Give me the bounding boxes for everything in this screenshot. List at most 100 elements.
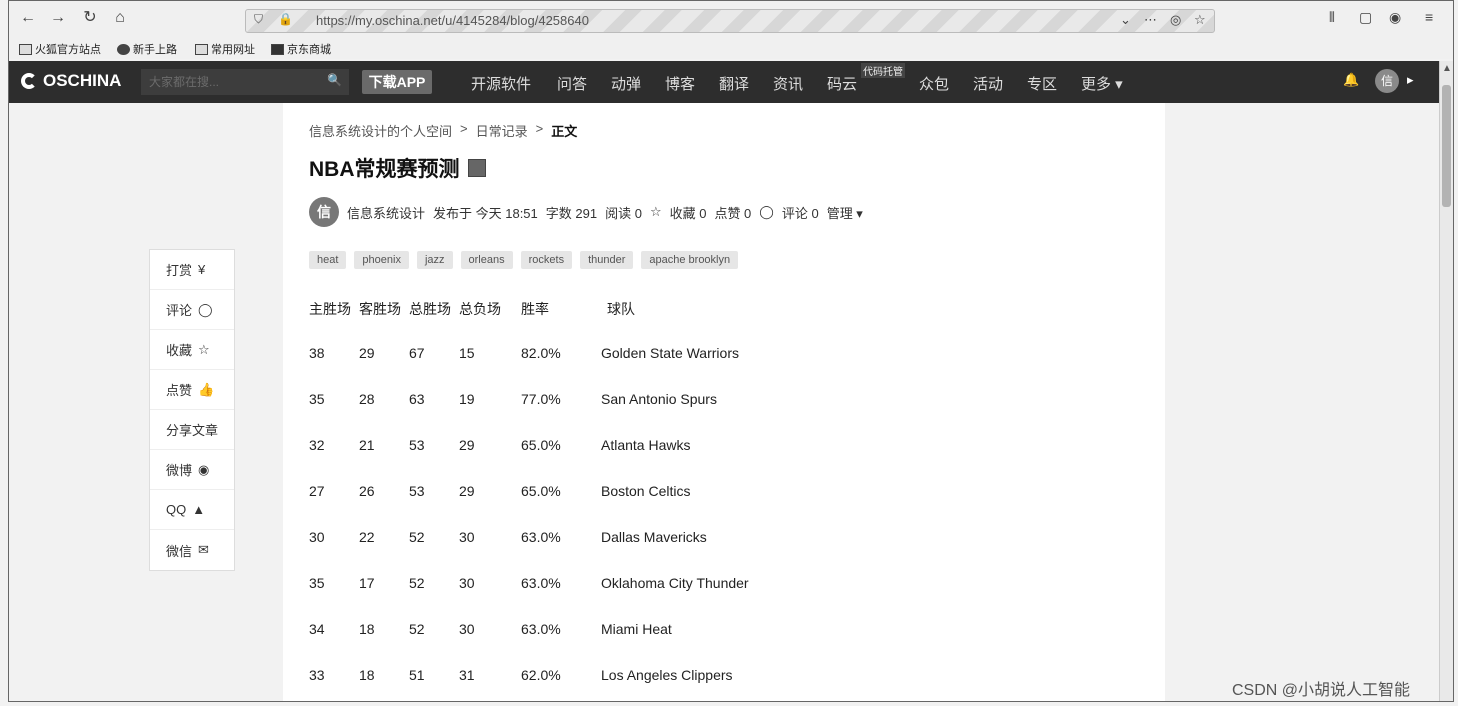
- share-item-label: QQ: [166, 502, 187, 517]
- favorite-count[interactable]: 收藏 0: [670, 203, 707, 222]
- nav-tweets[interactable]: 动弹: [611, 73, 641, 94]
- table-cell: 62.0%: [521, 667, 561, 683]
- account-icon[interactable]: ◉: [1389, 9, 1401, 26]
- breadcrumb-category[interactable]: 日常记录: [476, 121, 528, 140]
- table-cell: 28: [359, 391, 375, 407]
- tag[interactable]: thunder: [580, 251, 634, 269]
- share-item[interactable]: 微博 ◉: [150, 450, 234, 490]
- like-count[interactable]: 点赞 0: [714, 203, 751, 222]
- home-icon[interactable]: ⌂: [109, 7, 131, 29]
- star-icon: ☆: [198, 341, 210, 357]
- reload-icon[interactable]: ↻: [79, 7, 101, 29]
- folder-icon: [19, 43, 32, 55]
- bookmark-item[interactable]: 火狐官方站点: [19, 41, 101, 57]
- table-cell: 53: [409, 437, 425, 453]
- nav-events[interactable]: 活动: [973, 73, 1003, 94]
- table-cell: 67: [409, 345, 425, 361]
- scroll-up-icon[interactable]: ▲: [1442, 63, 1452, 74]
- nav-news[interactable]: 资讯: [773, 73, 803, 94]
- tag[interactable]: orleans: [460, 251, 513, 269]
- shield-icon[interactable]: ⛉: [254, 12, 263, 27]
- team-name-cell: Dallas Mavericks: [601, 529, 707, 545]
- more-icon[interactable]: ⋯: [1144, 12, 1157, 28]
- team-name-cell: San Antonio Spurs: [601, 391, 717, 407]
- table-cell: 26: [359, 483, 375, 499]
- table-cell: 65.0%: [521, 483, 561, 499]
- nav-zones[interactable]: 专区: [1027, 73, 1057, 94]
- search-icon[interactable]: 🔍: [327, 73, 342, 87]
- search-input[interactable]: [141, 69, 349, 95]
- article-panel: 信息系统设计的个人空间 > 日常记录 > 正文 NBA常规赛预测 信 信息系统设…: [283, 103, 1165, 701]
- table-cell: 51: [409, 667, 425, 683]
- pocket-icon[interactable]: ◎: [1170, 12, 1181, 28]
- forward-icon[interactable]: →: [47, 7, 69, 29]
- breadcrumb-space[interactable]: 信息系统设计的个人空间: [309, 121, 452, 140]
- tag[interactable]: apache brooklyn: [641, 251, 739, 269]
- sidebar-icon[interactable]: ▢: [1359, 9, 1372, 26]
- table-cell: 34: [309, 621, 325, 637]
- share-item[interactable]: 打赏 ¥: [150, 250, 234, 290]
- team-name-cell: Oklahoma City Thunder: [601, 575, 749, 591]
- tag[interactable]: phoenix: [354, 251, 409, 269]
- qq-icon: ▲: [192, 502, 206, 517]
- tag[interactable]: rockets: [520, 251, 573, 269]
- table-cell: 52: [409, 621, 425, 637]
- menu-icon[interactable]: ≡: [1425, 9, 1433, 25]
- author-avatar[interactable]: 信: [309, 197, 339, 227]
- original-badge-icon: [467, 159, 486, 177]
- nav-blog[interactable]: 博客: [665, 73, 695, 94]
- publish-time: 发布于 今天 18:51: [433, 205, 538, 221]
- share-item[interactable]: 点赞 👍: [150, 370, 234, 410]
- page-title: NBA常规赛预测: [309, 153, 486, 183]
- share-item[interactable]: 微信 ✉: [150, 530, 234, 570]
- bookmark-item[interactable]: 常用网址: [195, 41, 255, 57]
- browser-toolbar: ← → ↻ ⌂ ⛉ 🔒 https://my.oschina.net/u/414…: [9, 1, 1453, 39]
- share-item[interactable]: 收藏 ☆: [150, 330, 234, 370]
- star-icon[interactable]: ☆: [1194, 12, 1206, 28]
- tag[interactable]: jazz: [416, 251, 453, 269]
- table-cell: 30: [459, 575, 475, 591]
- table-cell: 63.0%: [521, 621, 561, 637]
- table-cell: 15: [459, 345, 475, 361]
- star-icon[interactable]: ☆: [650, 204, 662, 220]
- nav-crowdsource[interactable]: 众包: [919, 73, 949, 94]
- scrollbar[interactable]: ▲: [1439, 61, 1453, 701]
- team-name-cell: Los Angeles Clippers: [601, 667, 733, 683]
- table-cell: 19: [459, 391, 475, 407]
- comment-count[interactable]: 评论 0: [782, 203, 819, 222]
- author-name[interactable]: 信息系统设计: [347, 203, 425, 222]
- manage-dropdown[interactable]: 管理 ▾: [827, 203, 863, 222]
- share-item[interactable]: 分享文章: [150, 410, 234, 450]
- lock-icon[interactable]: 🔒: [278, 12, 293, 26]
- nav-translate[interactable]: 翻译: [719, 73, 749, 94]
- nav-gitee[interactable]: 码云: [827, 73, 857, 94]
- back-icon[interactable]: ←: [17, 7, 39, 29]
- url-bar[interactable]: ⛉ 🔒 https://my.oschina.net/u/4145284/blo…: [245, 9, 1215, 33]
- nav-qa[interactable]: 问答: [557, 73, 587, 94]
- table-cell: 35: [309, 391, 325, 407]
- url-text[interactable]: https://my.oschina.net/u/4145284/blog/42…: [316, 13, 589, 28]
- chevron-down-icon[interactable]: ⌄: [1120, 12, 1131, 28]
- bell-icon[interactable]: 🔔: [1343, 72, 1359, 88]
- yen-icon: ¥: [198, 262, 206, 277]
- table-cell: 33: [309, 667, 325, 683]
- nav-more[interactable]: 更多 ▾: [1081, 73, 1123, 94]
- tag[interactable]: heat: [309, 251, 347, 269]
- download-app-button[interactable]: 下载APP: [362, 70, 432, 94]
- nav-open-source[interactable]: 开源软件: [471, 73, 531, 94]
- bookmark-item[interactable]: 新手上路: [117, 41, 177, 57]
- library-icon[interactable]: ⫴: [1329, 9, 1335, 26]
- oschina-logo[interactable]: OSCHINA: [21, 71, 121, 91]
- thumbs-up-icon: 👍: [198, 381, 215, 397]
- share-item[interactable]: QQ ▲: [150, 490, 234, 530]
- bookmark-item[interactable]: 京东商城: [271, 41, 331, 57]
- logo-icon: [21, 73, 37, 89]
- share-item[interactable]: 评论 ◯: [150, 290, 234, 330]
- table-cell: 63: [409, 391, 425, 407]
- scroll-thumb[interactable]: [1442, 85, 1451, 207]
- table-cell: 38: [309, 345, 325, 361]
- chevron-right-icon[interactable]: ▸: [1407, 72, 1414, 88]
- table-cell: 82.0%: [521, 345, 561, 361]
- comment-icon[interactable]: ◯: [759, 204, 774, 220]
- user-avatar[interactable]: 信: [1375, 69, 1399, 93]
